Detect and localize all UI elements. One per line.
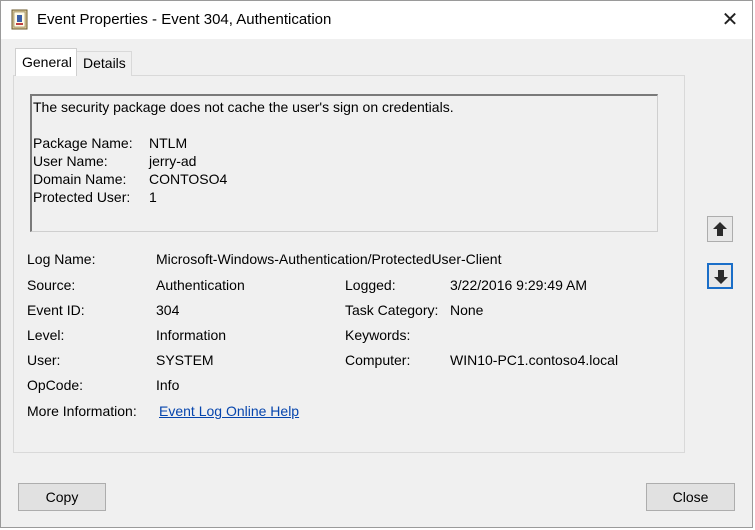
event-log-online-help-link[interactable]: Event Log Online Help <box>159 403 299 419</box>
field-value: 1 <box>149 189 157 205</box>
window-title: Event Properties - Event 304, Authentica… <box>37 11 332 28</box>
keywords-label: Keywords: <box>345 327 411 343</box>
arrow-down-icon <box>714 270 728 284</box>
tab-general[interactable]: General <box>15 48 77 76</box>
event-log-icon <box>11 9 28 30</box>
computer-value[interactable]: WIN10-PC1.contoso4.local <box>450 352 618 368</box>
event-id-value[interactable]: 304 <box>156 302 179 318</box>
opcode-value[interactable]: Info <box>156 377 179 393</box>
tab-details[interactable]: Details <box>76 51 132 76</box>
arrow-up-icon <box>713 222 727 236</box>
field-value: CONTOSO4 <box>149 171 228 187</box>
close-icon[interactable]: ✕ <box>715 5 745 33</box>
task-category-label: Task Category: <box>345 302 439 318</box>
more-information-label: More Information: <box>27 403 137 419</box>
level-label: Level: <box>27 327 65 343</box>
next-event-button[interactable] <box>707 263 733 289</box>
logged-value[interactable]: 3/22/2016 9:29:49 AM <box>450 277 587 293</box>
field-key: Package Name: <box>33 135 133 151</box>
field-key: Domain Name: <box>33 171 127 187</box>
event-properties-window: Event Properties - Event 304, Authentica… <box>0 0 753 528</box>
field-key: User Name: <box>33 153 108 169</box>
opcode-label: OpCode: <box>27 377 84 393</box>
log-name-label: Log Name: <box>27 251 96 267</box>
field-key: Protected User: <box>33 189 131 205</box>
log-name-value[interactable]: Microsoft-Windows-Authentication/Protect… <box>156 251 501 267</box>
description-text: The security package does not cache the … <box>33 99 454 115</box>
event-id-label: Event ID: <box>27 302 85 318</box>
task-category-value[interactable]: None <box>450 302 483 318</box>
source-value[interactable]: Authentication <box>156 277 245 293</box>
source-label: Source: <box>27 277 76 293</box>
user-label: User: <box>27 352 61 368</box>
level-value[interactable]: Information <box>156 327 226 343</box>
field-value: NTLM <box>149 135 188 151</box>
copy-button[interactable]: Copy <box>18 483 106 511</box>
close-button[interactable]: Close <box>646 483 735 511</box>
user-value[interactable]: SYSTEM <box>156 352 214 368</box>
computer-label: Computer: <box>345 352 411 368</box>
previous-event-button[interactable] <box>707 216 733 242</box>
logged-label: Logged: <box>345 277 396 293</box>
field-value: jerry-ad <box>149 153 197 169</box>
title-bar[interactable]: Event Properties - Event 304, Authentica… <box>1 1 752 39</box>
